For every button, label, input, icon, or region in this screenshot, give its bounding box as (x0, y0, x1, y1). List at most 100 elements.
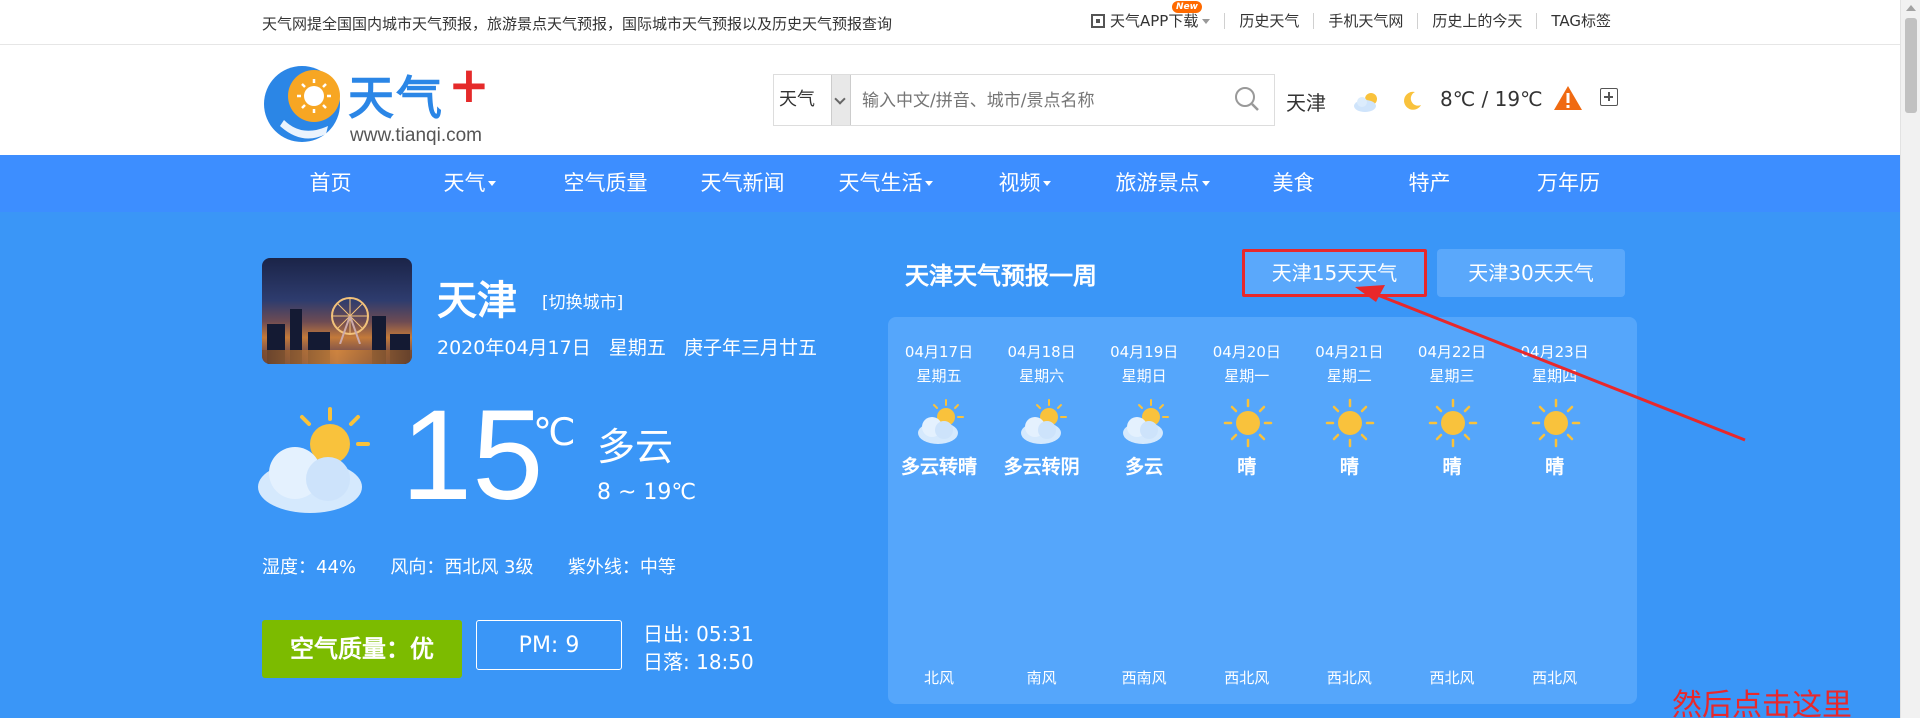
nav-item-food[interactable]: 美食 (1225, 155, 1362, 212)
tag-link[interactable]: TAG标签 (1536, 13, 1625, 29)
nav-label: 天气新闻 (700, 171, 785, 195)
new-badge: New (1171, 1, 1202, 13)
nav-item-home[interactable]: 首页 (262, 155, 399, 212)
nav-item-news[interactable]: 天气新闻 (674, 155, 811, 212)
nav-item-specialty[interactable]: 特产 (1361, 155, 1498, 212)
site-tagline: 天气网提全国国内城市天气预报，旅游景点天气预报，国际城市天气预报以及历史天气预报… (262, 15, 893, 33)
temp-unit: ℃ (533, 410, 576, 454)
chevron-down-icon (924, 181, 933, 186)
nav-item-calendar[interactable]: 万年历 (1500, 155, 1637, 212)
forecast-date: 04月22日 (1417, 343, 1487, 361)
forecast-condition: 晴 (1237, 456, 1257, 478)
city-photo (262, 258, 412, 364)
ferris-wheel-icon (331, 297, 369, 344)
sunset: 日落: 18:50 (643, 650, 754, 674)
logo-url: www.tianqi.com (350, 125, 482, 146)
air-quality-badge[interactable]: 空气质量：优 (262, 620, 462, 678)
sun-times: 日出: 05:31 日落: 18:50 (643, 620, 754, 676)
logo-title: 天气 (348, 71, 444, 125)
annotation-text: 然后点击这里 (1672, 688, 1852, 723)
scroll-thumb[interactable] (1905, 18, 1917, 113)
forecast-weekday: 星期一 (1224, 367, 1270, 385)
forecast-wind: 西北风 (1532, 669, 1578, 687)
partly-cloudy-icon (1119, 397, 1171, 449)
warning-icon[interactable] (1553, 85, 1583, 111)
search-box: 天气 (773, 74, 1275, 126)
forecast-condition: 多云 (1125, 456, 1164, 478)
header-city[interactable]: 天津 (1286, 87, 1326, 116)
forecast-weekday: 星期四 (1532, 367, 1578, 385)
sun-icon (1530, 397, 1582, 449)
sun-icon (1324, 397, 1376, 449)
app-download-link[interactable]: 天气APP下载 New (1077, 1, 1224, 30)
forecast-date: 04月21日 (1315, 343, 1384, 361)
forecast-condition: 多云转晴 (900, 456, 977, 478)
nav-label: 万年历 (1537, 171, 1600, 195)
week-forecast-title: 天津天气预报一周 (905, 262, 1097, 290)
nav-item-video[interactable]: 视频 (956, 155, 1093, 212)
header: 天气 + www.tianqi.com 天气 天津 8℃ / 19℃ (0, 45, 1920, 155)
current-condition: 多云 (597, 425, 674, 469)
nav-label: 天气 (443, 171, 486, 195)
mobile-site-link[interactable]: 手机天气网 (1313, 13, 1417, 29)
forecast-wind: 西南风 (1121, 669, 1167, 687)
temp-range: 8 ~ 19℃ (597, 480, 697, 505)
chevron-down-icon (1042, 181, 1051, 186)
forecast-condition: 晴 (1339, 456, 1359, 478)
nav-item-life[interactable]: 天气生活 (817, 155, 954, 212)
site-logo[interactable]: 天气 + www.tianqi.com (262, 56, 512, 146)
forecast-date: 04月18日 (1007, 343, 1076, 361)
qr-code-icon (1090, 14, 1105, 28)
nav-item-air-quality[interactable]: 空气质量 (537, 155, 674, 212)
app-download-label: 天气APP下载 (1109, 12, 1199, 30)
search-icon[interactable] (1234, 86, 1260, 112)
switch-city-link[interactable]: [切换城市] (542, 288, 623, 313)
nav-label: 旅游景点 (1115, 171, 1200, 195)
logo-plus: + (448, 56, 490, 114)
forecast-condition: 晴 (1545, 456, 1565, 478)
history-weather-link[interactable]: 历史天气 (1224, 13, 1313, 29)
search-type-select[interactable]: 天气 (774, 75, 830, 125)
forecast-weekday: 星期六 (1019, 367, 1065, 385)
forecast-date: 04月19日 (1110, 343, 1179, 361)
forecast-weekday: 星期五 (916, 367, 962, 385)
sunrise: 日出: 05:31 (643, 622, 754, 646)
current-stats: 湿度：44% 风向：西北风 3级 紫外线：中等 (262, 557, 676, 578)
current-date: 2020年04月17日 星期五 庚子年三月廿五 (437, 337, 817, 359)
search-input[interactable] (860, 83, 1224, 119)
forecast-wind: 西北风 (1224, 669, 1270, 687)
nav-label: 美食 (1272, 171, 1315, 195)
scroll-up-icon[interactable] (1906, 5, 1916, 11)
scrollbar[interactable] (1900, 0, 1920, 718)
forecast-date: 04月23日 (1520, 343, 1589, 361)
chevron-down-icon (1202, 19, 1211, 24)
top-bar: 天气网提全国国内城市天气预报，旅游景点天气预报，国际城市天气预报以及历史天气预报… (0, 0, 1920, 45)
chevron-down-icon[interactable] (831, 75, 851, 125)
forecast-15-day-button[interactable]: 天津15天天气 (1242, 249, 1427, 297)
nav-item-travel[interactable]: 旅游景点 (1094, 155, 1231, 212)
sun-icon (1427, 397, 1479, 449)
city-name: 天津 (437, 278, 517, 324)
chevron-down-icon (1201, 181, 1210, 186)
current-temp: 15 (401, 384, 544, 527)
top-links: 天气APP下载 New 历史天气 手机天气网 历史上的今天 TAG标签 (1077, 1, 1625, 30)
forecast-condition: 晴 (1442, 456, 1462, 478)
partly-cloudy-icon (914, 397, 966, 449)
chevron-down-icon (487, 181, 496, 186)
main-nav: 首页 天气 空气质量 天气新闻 天气生活 视频 旅游景点 美食 特产 万年历 (0, 155, 1920, 212)
partly-cloudy-icon (258, 407, 370, 513)
add-city-icon[interactable] (1600, 88, 1618, 106)
forecast-30-day-button[interactable]: 天津30天天气 (1437, 249, 1625, 297)
forecast-date: 04月20日 (1212, 343, 1281, 361)
forecast-date: 04月17日 (904, 343, 974, 361)
forecast-wind: 西北风 (1326, 669, 1372, 687)
partly-cloudy-icon (1354, 93, 1377, 112)
forecast-wind: 北风 (923, 669, 954, 687)
moon-icon (1404, 91, 1421, 110)
nav-label: 空气质量 (563, 171, 648, 195)
nav-item-weather[interactable]: 天气 (401, 155, 538, 212)
nav-label: 视频 (998, 171, 1041, 195)
forecast-condition: 多云转阴 (1003, 456, 1080, 478)
today-in-history-link[interactable]: 历史上的今天 (1417, 13, 1536, 29)
week-forecast-panel: 04月17日 星期五 多云转晴 北风 04月18日 星期六 多云转阴 南风 04月19日 星期日多… (888, 317, 1637, 704)
